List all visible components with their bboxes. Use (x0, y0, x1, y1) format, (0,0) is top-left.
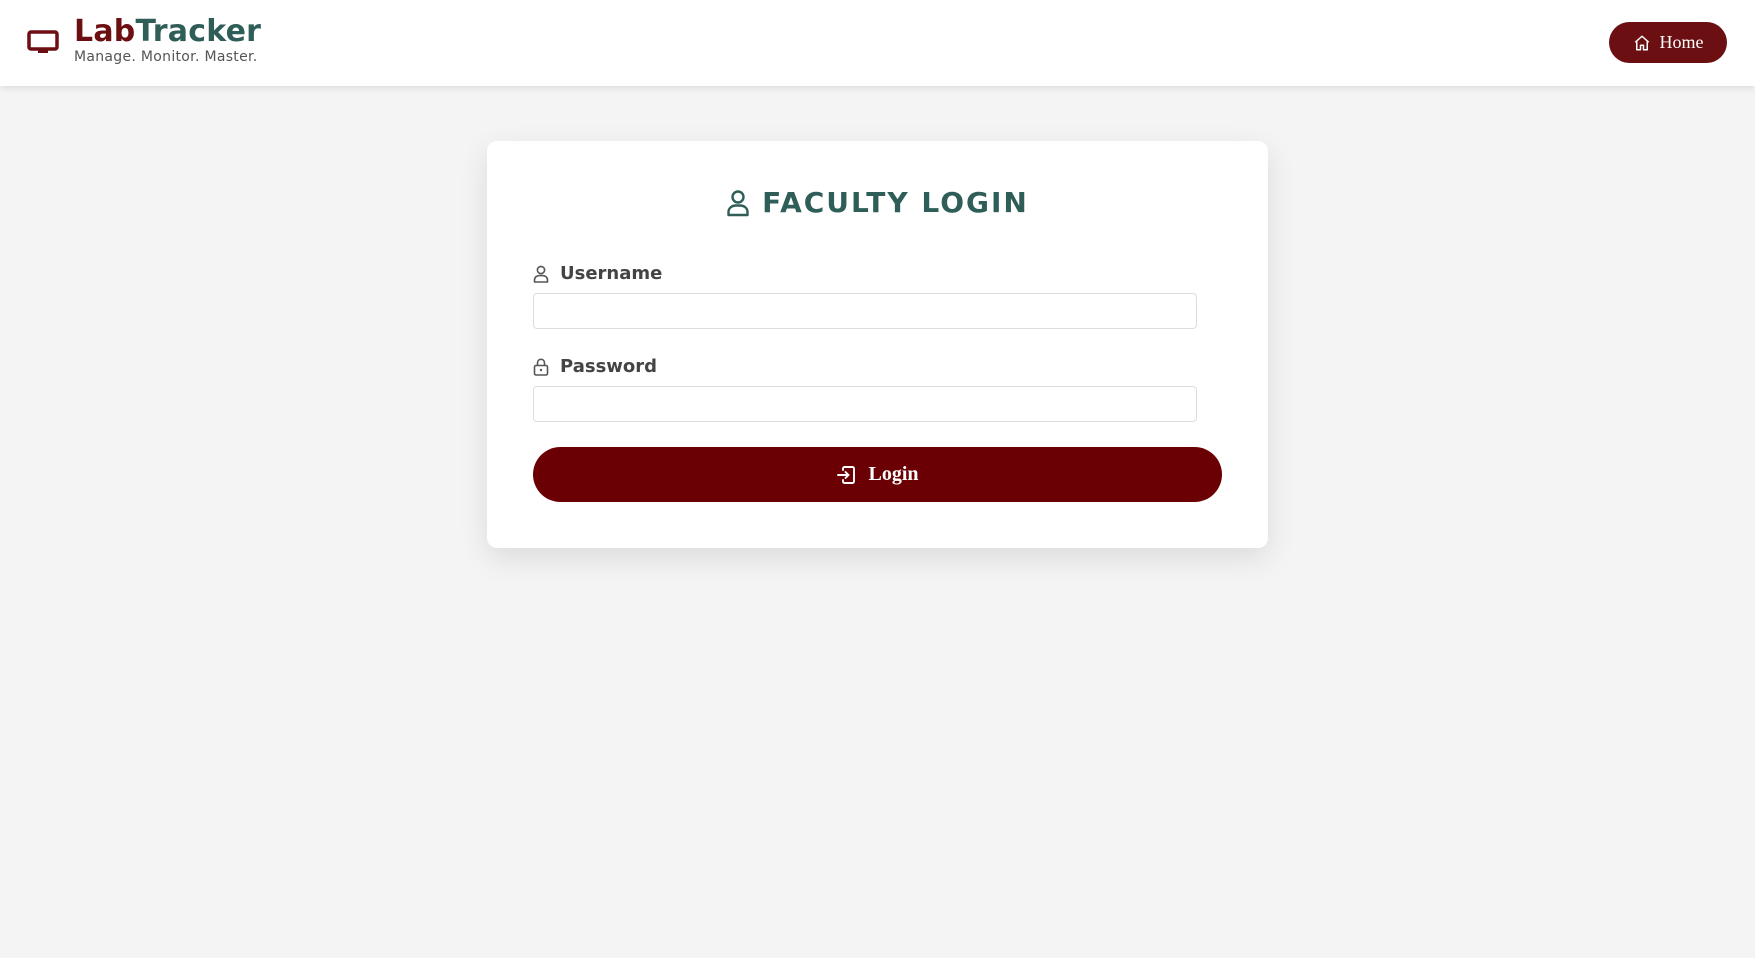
login-title-text: FACULTY LOGIN (762, 186, 1029, 219)
lock-icon (533, 357, 549, 376)
sign-in-icon (837, 465, 856, 484)
monitor-icon (27, 30, 59, 53)
brand-name-part1: Lab (74, 14, 136, 49)
username-label: Username (533, 263, 662, 284)
home-icon (1634, 35, 1649, 50)
password-label-text: Password (560, 356, 658, 377)
home-button-label: Home (1659, 32, 1704, 52)
user-icon (533, 265, 549, 283)
password-label: Password (533, 356, 657, 377)
user-icon (727, 189, 749, 216)
brand-name-part2: Tracker (135, 14, 262, 49)
login-title: FACULTY LOGIN (487, 186, 1268, 219)
login-card: FACULTY LOGIN Username Password Login (487, 141, 1268, 548)
password-input[interactable] (533, 386, 1197, 422)
brand-tagline: Manage. Monitor. Master. (74, 49, 258, 65)
brand-name: LabTracker (74, 12, 261, 52)
home-button[interactable]: Home (1609, 22, 1727, 63)
username-label-text: Username (560, 263, 663, 284)
login-button-label: Login (868, 463, 919, 485)
top-navbar: LabTracker Manage. Monitor. Master. Home (0, 0, 1755, 86)
login-button[interactable]: Login (533, 447, 1222, 502)
username-input[interactable] (533, 293, 1197, 329)
